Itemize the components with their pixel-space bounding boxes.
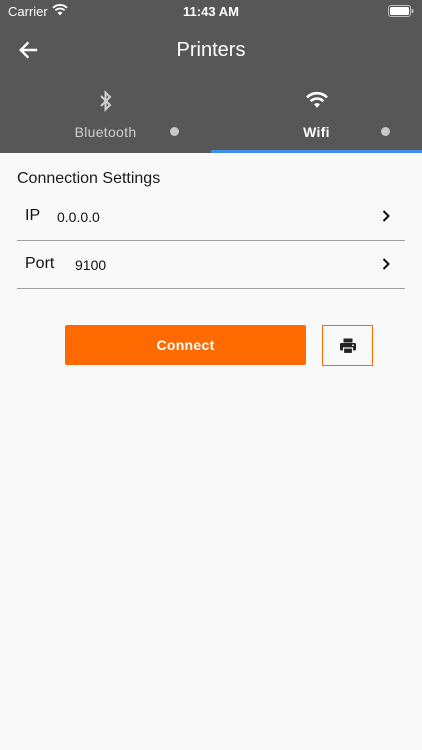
tab-selected-indicator [211, 150, 422, 153]
tab-wifi-label: Wifi [303, 124, 330, 140]
wifi-icon [305, 91, 328, 108]
connection-settings-title: Connection Settings [17, 170, 161, 187]
tab-bluetooth-label: Bluetooth [74, 124, 137, 140]
chevron-right-icon [382, 258, 390, 270]
tab-wifi[interactable]: Wifi [211, 80, 422, 153]
status-bar: Carrier 11:43 AM [0, 0, 422, 22]
chevron-right-icon [382, 210, 390, 222]
battery-icon [388, 5, 414, 17]
ip-value: 0.0.0.0 [57, 209, 100, 225]
port-setting-row[interactable]: Port 9100 [17, 240, 405, 289]
ip-label: IP [25, 207, 41, 224]
status-time: 11:43 AM [183, 4, 239, 19]
bluetooth-icon [99, 90, 111, 112]
page-title: Printers [176, 39, 246, 61]
tab-status-dot [381, 127, 390, 136]
connect-button[interactable]: Connect [65, 325, 306, 365]
tab-bar: Bluetooth Wifi [0, 80, 422, 153]
port-label: Port [25, 255, 55, 272]
ip-setting-row[interactable]: IP 0.0.0.0 [17, 192, 405, 241]
app-bar: Carrier 11:43 AM Printers Bluetooth Wifi [0, 0, 422, 153]
print-test-button[interactable] [322, 325, 373, 366]
tab-status-dot [170, 127, 179, 136]
tab-bluetooth[interactable]: Bluetooth [0, 80, 211, 153]
printer-icon [339, 338, 356, 354]
port-value: 9100 [75, 257, 107, 273]
